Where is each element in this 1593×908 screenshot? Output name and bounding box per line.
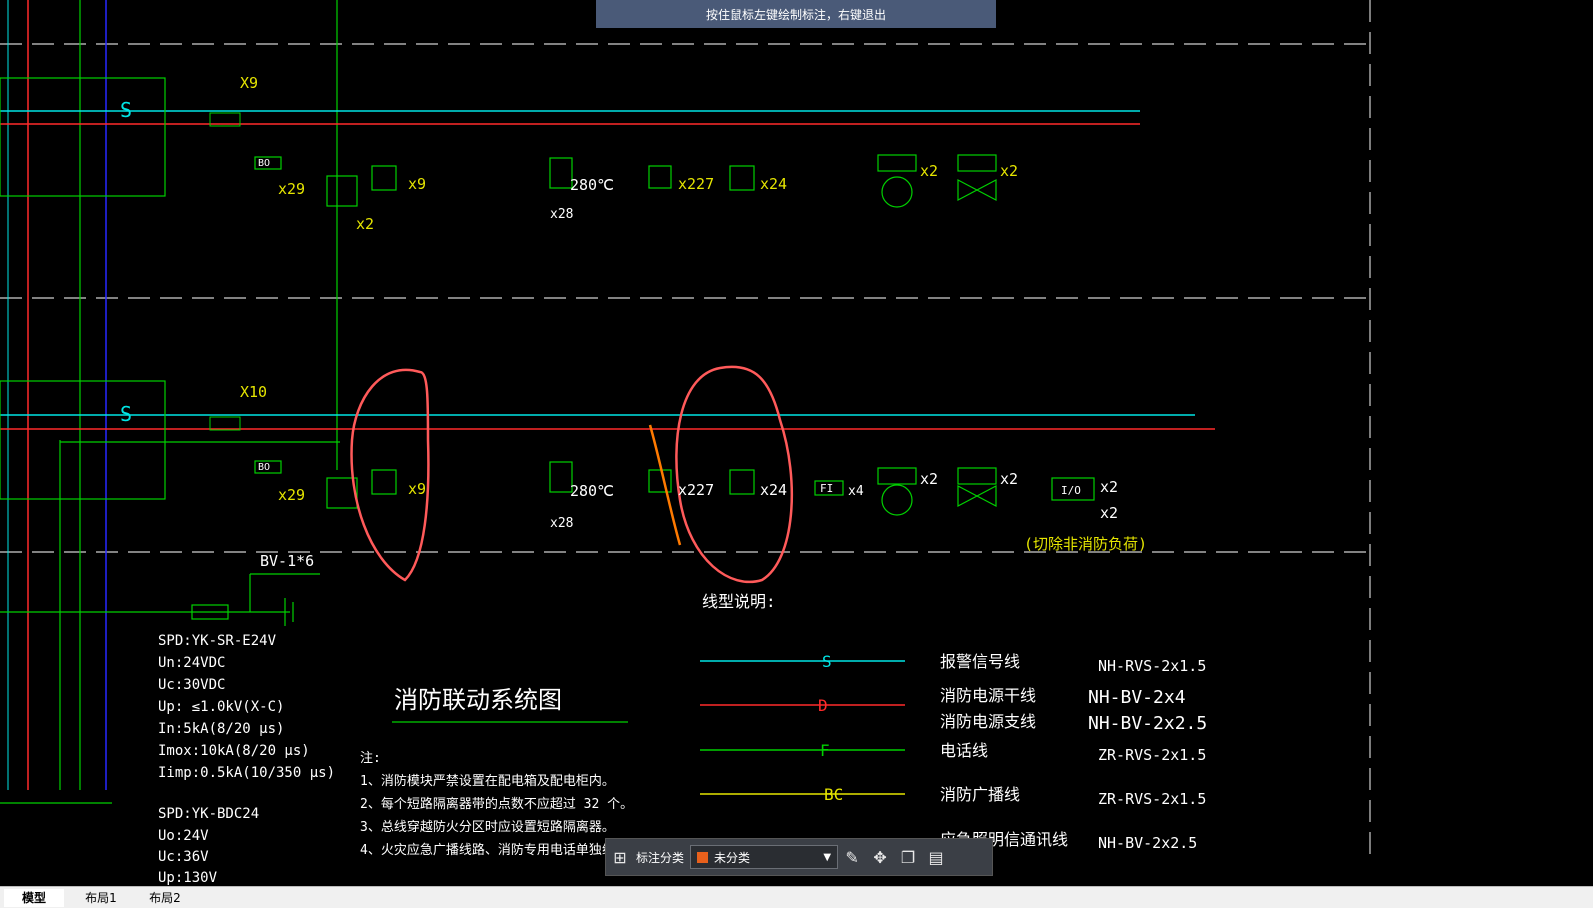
spd1-block: SPD:YK-SR-E24V Un:24VDC Uc:30VDC Up: ≤1.… xyxy=(158,633,335,781)
label-x2-b: x2 xyxy=(1000,162,1018,180)
tab-layout1[interactable]: 布局1 xyxy=(70,889,132,907)
category-color-swatch xyxy=(697,851,709,863)
notes-head: 注: xyxy=(360,751,381,766)
label-io: I/O xyxy=(1061,484,1081,497)
spd1-line: Up: ≤1.0kV(X-C) xyxy=(158,699,284,715)
spd1-line: SPD:YK-SR-E24V xyxy=(158,633,277,649)
diagram-labels: X9 X10 S S x29 x29 x2 x9 x9 280℃ 280℃ x2… xyxy=(120,74,1147,570)
label-x9: X9 xyxy=(240,74,258,92)
label-x2-f: x2 xyxy=(1100,504,1118,522)
legend-code-d: D xyxy=(818,696,828,715)
legend-spec: NH-BV-2x4 xyxy=(1088,687,1186,708)
paste-icon[interactable]: ▤ xyxy=(922,843,950,871)
label-s: S xyxy=(120,98,132,122)
grid-icon[interactable]: ⊞ xyxy=(606,843,634,871)
label-x2-c: x2 xyxy=(920,470,938,488)
label-x24: x24 xyxy=(760,175,787,193)
cad-drawing: X9 X10 S S x29 x29 x2 x9 x9 280℃ 280℃ x2… xyxy=(0,0,1371,886)
legend-spec: ZR-RVS-2x1.5 xyxy=(1098,746,1206,764)
legend-code-bc: BC xyxy=(824,785,843,804)
legend-block: 线型说明: S D F BC 报警信号线 消防电源干线 消防电源支线 电话线 消… xyxy=(702,592,1207,852)
spd1-line: Iimp:0.5kA(10/350 μs) xyxy=(158,765,335,781)
label-x29-2: x29 xyxy=(278,486,305,504)
label-x9-row1: x9 xyxy=(408,175,426,193)
cad-viewport[interactable]: { "hint_bar": {"text": "按住鼠标左键绘制标注，右键退出"… xyxy=(0,0,1593,908)
label-s-2: S xyxy=(120,402,132,426)
label-bo: BO xyxy=(258,158,270,169)
spd1-line: Un:24VDC xyxy=(158,655,225,671)
category-value: 未分类 xyxy=(714,850,751,865)
spd2-line: Uo:24V xyxy=(158,828,209,844)
spd1-line: Imox:10kA(8/20 μs) xyxy=(158,743,310,759)
spd2-block: SPD:YK-BDC24 Uo:24V Uc:36V Up:130V xyxy=(158,806,259,886)
legend-spec: NH-BV-2x2.5 xyxy=(1098,834,1197,852)
note-item: 2、每个短路隔离器带的点数不应超过 32 个。 xyxy=(360,796,633,812)
legend-spec: NH-RVS-2x1.5 xyxy=(1098,657,1206,675)
label-cut: (切除非消防负荷) xyxy=(1024,535,1147,553)
spd1-line: Uc:30VDC xyxy=(158,677,225,693)
label-x227-2: x227 xyxy=(678,481,714,499)
annotation-toolbar: ⊞ 标注分类 未分类 ▼ ✎ ✥ ❐ ▤ xyxy=(605,838,993,876)
legend-code-f: F xyxy=(820,741,830,760)
drawing-hint-bar: 按住鼠标左键绘制标注，右键退出 xyxy=(596,0,996,28)
edit-icon[interactable]: ✎ xyxy=(838,843,866,871)
annotation-category-select[interactable]: 未分类 ▼ xyxy=(690,845,839,869)
label-fi: FI xyxy=(820,482,833,495)
legend-name: 电话线 xyxy=(940,741,988,760)
label-280: 280℃ xyxy=(570,176,614,194)
label-x9-row2: x9 xyxy=(408,480,426,498)
note-item: 1、消防模块严禁设置在配电箱及配电柜内。 xyxy=(360,773,615,789)
legend-name: 消防电源支线 xyxy=(940,712,1036,731)
legend-name: 报警信号线 xyxy=(940,652,1020,671)
label-x2-a: x2 xyxy=(920,162,938,180)
spd2-line: SPD:YK-BDC24 xyxy=(158,806,259,822)
copy-icon[interactable]: ❐ xyxy=(894,843,922,871)
label-x10: X10 xyxy=(240,383,267,401)
spd2-line: Uc:36V xyxy=(158,849,209,865)
move-icon[interactable]: ✥ xyxy=(866,843,894,871)
label-x2-tel: x2 xyxy=(356,215,374,233)
legend-spec: NH-BV-2x2.5 xyxy=(1088,713,1207,734)
device-symbols xyxy=(254,154,1095,516)
spd2-line: Up:130V xyxy=(158,870,218,886)
label-x28-2: x28 xyxy=(550,516,573,531)
label-bv: BV-1*6 xyxy=(260,552,314,570)
tab-model[interactable]: 模型 xyxy=(4,889,64,907)
label-x4: x4 xyxy=(848,484,864,499)
label-x29: x29 xyxy=(278,180,305,198)
chevron-down-icon: ▼ xyxy=(823,851,832,863)
label-bo-2: BO xyxy=(258,462,270,473)
tab-layout2[interactable]: 布局2 xyxy=(134,889,196,907)
label-x2-d: x2 xyxy=(1000,470,1018,488)
note-item: 3、总线穿越防火分区时应设置短路隔离器。 xyxy=(360,819,615,835)
diagram-title: 消防联动系统图 xyxy=(394,686,562,714)
vertical-risers xyxy=(7,0,338,790)
layout-tab-bar: 模型 布局1 布局2 xyxy=(0,886,1593,908)
spd1-line: In:5kA(8/20 μs) xyxy=(158,721,284,737)
label-x24-2: x24 xyxy=(760,481,787,499)
legend-name: 消防广播线 xyxy=(940,785,1020,804)
label-x28: x28 xyxy=(550,207,573,222)
legend-name: 消防电源干线 xyxy=(940,686,1036,705)
label-x2-e: x2 xyxy=(1100,478,1118,496)
legend-spec: ZR-RVS-2x1.5 xyxy=(1098,790,1206,808)
annotation-category-label: 标注分类 xyxy=(636,850,685,865)
label-280-2: 280℃ xyxy=(570,482,614,500)
legend-title: 线型说明: xyxy=(702,592,776,611)
legend-code-s: S xyxy=(822,652,832,671)
legend-lines xyxy=(700,660,905,795)
hint-text: 按住鼠标左键绘制标注，右键退出 xyxy=(705,7,886,22)
label-x227: x227 xyxy=(678,175,714,193)
